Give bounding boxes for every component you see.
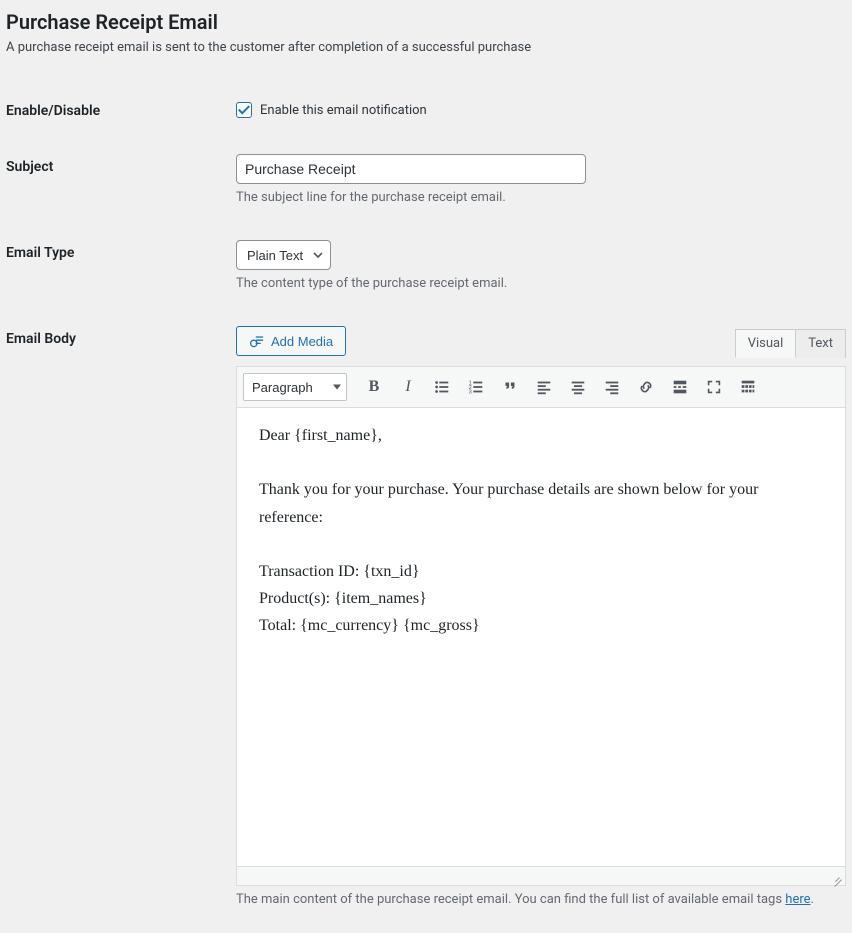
page-title: Purchase Receipt Email xyxy=(6,10,846,34)
editor: Paragraph B I 123 xyxy=(236,366,846,886)
enable-label: Enable/Disable xyxy=(6,83,236,139)
enable-checkbox-label: Enable this email notification xyxy=(260,103,427,118)
media-icon xyxy=(249,333,265,349)
add-media-button[interactable]: Add Media xyxy=(236,326,346,356)
subject-help: The subject line for the purchase receip… xyxy=(236,190,846,205)
svg-text:3: 3 xyxy=(469,389,472,395)
email-body-editor[interactable]: Dear {first_name}, Thank you for your pu… xyxy=(237,408,845,866)
format-select[interactable]: Paragraph xyxy=(243,373,347,401)
blockquote-button[interactable] xyxy=(495,373,525,401)
link-button[interactable] xyxy=(631,373,661,401)
bulleted-list-button[interactable] xyxy=(427,373,457,401)
enable-checkbox[interactable] xyxy=(236,102,252,118)
tab-text[interactable]: Text xyxy=(796,329,846,358)
toolbar-toggle-button[interactable] xyxy=(733,373,763,401)
align-right-button[interactable] xyxy=(597,373,627,401)
add-media-label: Add Media xyxy=(271,334,333,349)
numbered-list-button[interactable]: 123 xyxy=(461,373,491,401)
align-left-button[interactable] xyxy=(529,373,559,401)
tab-visual[interactable]: Visual xyxy=(735,329,797,358)
subject-label: Subject xyxy=(6,139,236,225)
subject-input[interactable] xyxy=(236,154,586,184)
align-center-button[interactable] xyxy=(563,373,593,401)
editor-toolbar: Paragraph B I 123 xyxy=(237,367,845,408)
email-body-label: Email Body xyxy=(6,311,236,927)
italic-button[interactable]: I xyxy=(393,373,423,401)
email-type-select[interactable]: Plain Text xyxy=(236,240,331,270)
read-more-button[interactable] xyxy=(665,373,695,401)
bold-button[interactable]: B xyxy=(359,373,389,401)
email-type-help: The content type of the purchase receipt… xyxy=(236,276,846,291)
email-body-help: The main content of the purchase receipt… xyxy=(236,892,846,907)
editor-resize-bar[interactable] xyxy=(237,866,845,885)
page-description: A purchase receipt email is sent to the … xyxy=(6,40,846,55)
email-tags-link[interactable]: here xyxy=(785,892,810,907)
email-type-label: Email Type xyxy=(6,225,236,311)
resize-grip-icon[interactable] xyxy=(830,871,842,883)
fullscreen-button[interactable] xyxy=(699,373,729,401)
